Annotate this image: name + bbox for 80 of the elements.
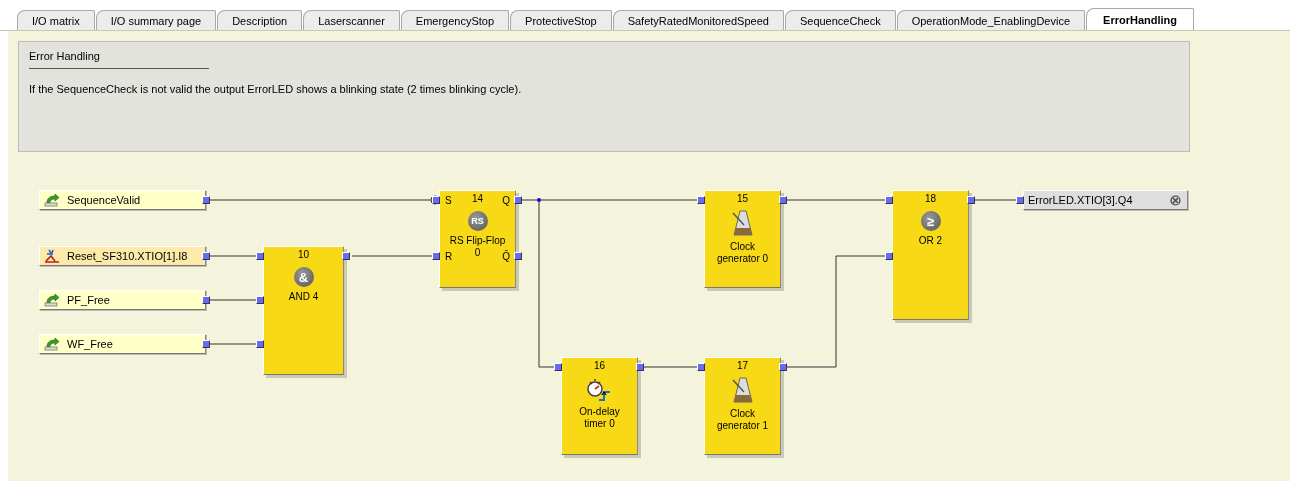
connector-port[interactable] xyxy=(697,196,705,204)
logic-symbol-icon: & xyxy=(293,267,314,287)
block-number: 18 xyxy=(924,193,937,205)
arrow-tray-icon xyxy=(44,193,60,207)
comment-title: Error Handling xyxy=(29,50,100,62)
function-block[interactable]: 16 On-delay timer 0 xyxy=(561,357,638,455)
connector-port[interactable] xyxy=(885,252,893,260)
logic-symbol-icon: RS xyxy=(467,211,488,231)
block-label: Clock generator 0 xyxy=(715,241,770,265)
connector-port[interactable] xyxy=(514,252,522,260)
function-block[interactable]: 15 Clock generator 0 xyxy=(704,190,781,288)
block-label: On-delay timer 0 xyxy=(578,406,621,430)
function-block[interactable]: 10 & AND 4 xyxy=(263,246,344,375)
metronome-icon xyxy=(730,376,755,404)
block-number: 16 xyxy=(593,360,606,372)
switch-icon xyxy=(44,249,60,263)
connector-line xyxy=(209,343,257,345)
variable-label: ErrorLED.XTIO[3].Q4 xyxy=(1028,194,1133,206)
output-variable[interactable]: ErrorLED.XTIO[3].Q4 xyxy=(1023,190,1188,210)
connector-port[interactable] xyxy=(1016,196,1024,204)
tab[interactable]: I/O matrix xyxy=(17,10,95,30)
tab[interactable]: EmergencyStop xyxy=(400,10,510,30)
junction-dot xyxy=(537,198,541,202)
connector-port[interactable] xyxy=(779,363,787,371)
block-label: OR 2 xyxy=(917,235,944,247)
tab[interactable]: SequenceCheck xyxy=(784,10,896,30)
tab[interactable]: I/O summary page xyxy=(95,10,217,30)
port-label: Q̄ xyxy=(502,251,510,263)
connector-port[interactable] xyxy=(256,296,264,304)
connector-port[interactable] xyxy=(256,340,264,348)
connector-port[interactable] xyxy=(554,363,562,371)
block-number: 17 xyxy=(736,360,749,372)
variable-label: WF_Free xyxy=(67,338,113,350)
connector-port[interactable] xyxy=(256,252,264,260)
port-label: R xyxy=(445,251,453,263)
connector-line xyxy=(974,199,1017,201)
port-label: S xyxy=(445,195,452,207)
connector-port[interactable] xyxy=(697,363,705,371)
block-number: 15 xyxy=(736,193,749,205)
variable-label: Reset_SF310.XTIO[1].I8 xyxy=(67,250,188,262)
connector-port[interactable] xyxy=(885,196,893,204)
input-variable[interactable]: PF_Free xyxy=(39,290,206,310)
arrow-tray-icon xyxy=(44,337,60,351)
block-label: Clock generator 1 xyxy=(715,408,770,432)
function-block[interactable]: 18 ≥ OR 2 xyxy=(892,190,969,320)
arrow-tray-icon xyxy=(44,293,60,307)
connector-port[interactable] xyxy=(967,196,975,204)
connector-port[interactable] xyxy=(202,340,210,348)
input-variable[interactable]: WF_Free xyxy=(39,334,206,354)
variable-label: PF_Free xyxy=(67,294,110,306)
tab[interactable]: SafetyRatedMonitoredSpeed xyxy=(612,10,784,30)
connector-port[interactable] xyxy=(342,252,350,260)
variable-label: SequenceValid xyxy=(67,194,141,206)
connector-port[interactable] xyxy=(202,196,210,204)
input-variable[interactable]: SequenceValid xyxy=(39,190,206,210)
tab[interactable]: Laserscanner xyxy=(303,10,400,30)
input-variable[interactable]: Reset_SF310.XTIO[1].I8 xyxy=(39,246,206,266)
block-number: 10 xyxy=(297,249,310,261)
tab[interactable]: Description xyxy=(217,10,303,30)
connector-port[interactable] xyxy=(514,196,522,204)
connector-port[interactable] xyxy=(636,363,644,371)
connector-port[interactable] xyxy=(432,252,440,260)
function-block[interactable]: 17 Clock generator 1 xyxy=(704,357,781,455)
logic-symbol-icon: ≥ xyxy=(920,211,941,231)
connector-port[interactable] xyxy=(202,296,210,304)
block-number: 14 xyxy=(471,193,484,205)
function-block[interactable]: 14 RS RS Flip-Flop 0 S R Q Q̄ xyxy=(439,190,516,288)
port-label: Q xyxy=(502,195,510,207)
tab[interactable]: OperationMode_EnablingDevice xyxy=(896,10,1086,30)
connector-port[interactable] xyxy=(779,196,787,204)
connector-line xyxy=(643,366,698,368)
tab[interactable]: ProtectiveStop xyxy=(510,10,612,30)
metronome-icon xyxy=(730,209,755,237)
lamp-icon xyxy=(1170,194,1181,206)
block-label: AND 4 xyxy=(287,291,320,303)
connector-port[interactable] xyxy=(202,252,210,260)
comment-text: If the SequenceCheck is not valid the output ErrorLED shows a blinking state (2 times blinking cycle). xyxy=(29,83,522,95)
connector-line xyxy=(209,255,257,257)
connector-line xyxy=(209,299,257,301)
tab[interactable]: ErrorHandling xyxy=(1086,8,1194,30)
